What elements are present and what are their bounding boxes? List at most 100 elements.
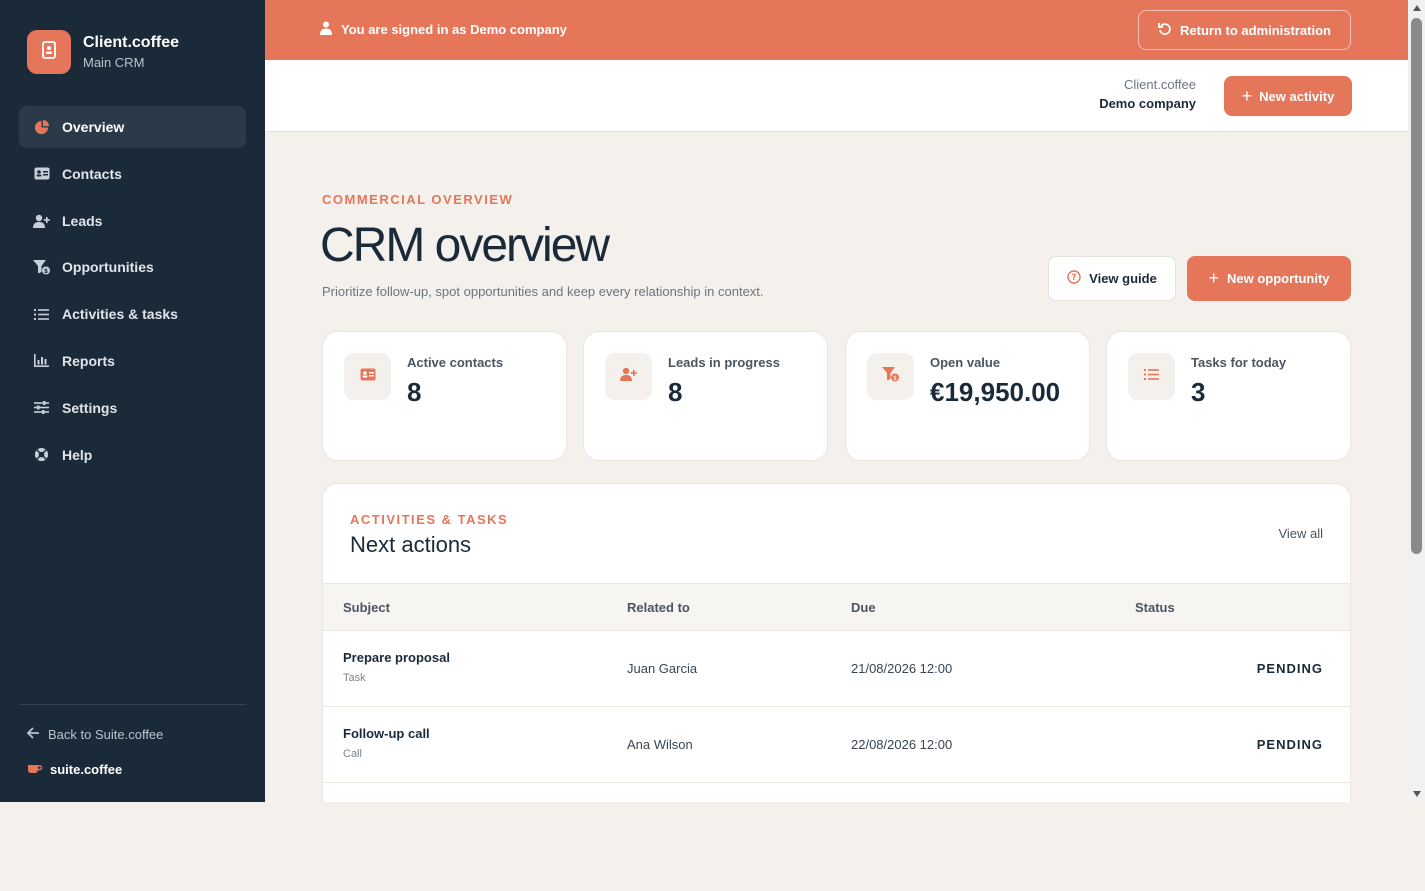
row-related: Ana Wilson (627, 737, 693, 752)
return-button-label: Return to administration (1180, 22, 1331, 38)
sidebar-item-help[interactable]: Help (19, 434, 246, 476)
status-badge: PENDING (1256, 737, 1323, 752)
contact-book-icon (41, 40, 57, 64)
row-type: Call (343, 748, 362, 760)
sidebar-item-label: Reports (62, 352, 115, 369)
bar-chart-icon (33, 352, 50, 369)
column-header-due[interactable]: Due (851, 600, 876, 615)
suite-name: suite.coffee (50, 762, 123, 777)
sidebar-item-contacts[interactable]: Contacts (19, 153, 246, 195)
user-plus-icon (33, 212, 50, 229)
sidebar-item-label: Activities & tasks (62, 306, 178, 323)
sidebar-item-overview[interactable]: Overview (19, 106, 246, 148)
new-activity-label: New activity (1259, 88, 1335, 104)
stat-card-leads-in-progress[interactable]: Leads in progress 8 (583, 331, 828, 461)
new-opportunity-label: New opportunity (1226, 271, 1330, 286)
sidebar-item-label: Leads (62, 212, 103, 229)
sidebar-item-settings[interactable]: Settings (19, 387, 246, 429)
row-type: Task (343, 672, 366, 684)
user-icon (320, 21, 332, 38)
sidebar-item-label: Help (62, 446, 93, 463)
vertical-scrollbar[interactable] (1408, 0, 1425, 802)
sliders-icon (33, 399, 50, 416)
funnel-dollar-icon: $ (33, 259, 50, 276)
row-subject: Follow-up call (343, 726, 430, 741)
banner-text: You are signed in as Demo company (341, 22, 567, 37)
brand[interactable]: Client.coffee Main CRM (27, 30, 179, 74)
arrow-left-icon (26, 727, 40, 742)
page-title: CRM overview (320, 219, 610, 272)
next-actions-card: ACTIVITIES & TASKS Next actions View all… (322, 483, 1351, 802)
sidebar-item-label: Contacts (62, 165, 122, 182)
svg-text:$: $ (893, 375, 897, 382)
stat-value: €19,950.00 (930, 377, 1061, 407)
question-circle-icon: ? (1067, 270, 1081, 287)
list-check-icon (1144, 368, 1159, 386)
status-badge: PENDING (1256, 661, 1323, 676)
view-guide-label: View guide (1089, 271, 1157, 286)
table-row[interactable]: Follow-up call Call Ana Wilson 22/08/202… (323, 707, 1350, 783)
app-window: Client.coffee Main CRM Overview Contacts (0, 0, 1425, 802)
list-check-icon (33, 306, 50, 323)
column-header-related[interactable]: Related to (627, 600, 690, 615)
row-related: Juan Garcia (627, 661, 698, 676)
company-info: Client.coffee Demo company (1099, 77, 1196, 111)
stat-card-open-value[interactable]: $ Open value €19,950.00 (845, 331, 1090, 461)
stat-value: 8 (668, 377, 683, 407)
stat-icon-box (1128, 353, 1175, 400)
new-opportunity-button[interactable]: + New opportunity (1187, 256, 1351, 301)
stat-icon-box: $ (867, 353, 914, 400)
scroll-up-arrow[interactable] (1408, 0, 1425, 16)
address-card-icon (360, 368, 376, 386)
stat-icon-box (605, 353, 652, 400)
coffee-cup-icon (27, 762, 43, 777)
company-app-name: Client.coffee (1123, 77, 1196, 92)
new-activity-button[interactable]: + New activity (1224, 76, 1352, 116)
table-header: Subject Related to Due Status (323, 583, 1350, 631)
back-to-suite-link[interactable]: Back to Suite.coffee (26, 727, 164, 742)
scroll-down-arrow[interactable] (1408, 786, 1425, 802)
column-header-status[interactable]: Status (1135, 600, 1175, 615)
back-link-label: Back to Suite.coffee (48, 727, 164, 742)
address-card-icon (33, 165, 50, 182)
svg-text:?: ? (1072, 273, 1077, 283)
svg-text:$: $ (44, 268, 48, 275)
table-row[interactable]: Prepare proposal Task Juan Garcia 21/08/… (323, 631, 1350, 707)
sidebar-item-leads[interactable]: Leads (19, 200, 246, 242)
view-guide-button[interactable]: ? View guide (1048, 256, 1176, 301)
top-header: Client.coffee Demo company + New activit… (265, 60, 1408, 132)
sidebar-item-opportunities[interactable]: $ Opportunities (19, 246, 246, 288)
stats-row: Active contacts 8 Leads in progress 8 $ (322, 331, 1351, 461)
sidebar-item-label: Opportunities (62, 259, 154, 276)
sidebar-divider (19, 704, 246, 705)
impersonation-banner: You are signed in as Demo company Return… (265, 0, 1408, 60)
column-header-subject[interactable]: Subject (343, 600, 390, 615)
pie-chart-icon (33, 119, 50, 136)
main-content: COMMERCIAL OVERVIEW CRM overview Priorit… (265, 132, 1408, 802)
page-eyebrow: COMMERCIAL OVERVIEW (322, 192, 514, 207)
row-due: 21/08/2026 12:00 (851, 661, 953, 676)
sidebar-nav: Overview Contacts Leads $ Opportunities (19, 106, 246, 480)
undo-icon (1158, 22, 1172, 39)
brand-subtitle: Main CRM (83, 55, 145, 70)
sidebar-item-reports[interactable]: Reports (19, 340, 246, 382)
plus-icon: + (1241, 85, 1253, 106)
stat-label: Open value (930, 355, 1001, 370)
stat-icon-box (344, 353, 391, 400)
row-due: 22/08/2026 12:00 (851, 737, 953, 752)
card-eyebrow: ACTIVITIES & TASKS (350, 512, 509, 527)
plus-icon: + (1208, 268, 1219, 288)
stat-label: Tasks for today (1191, 355, 1287, 370)
funnel-dollar-icon: $ (882, 366, 899, 387)
sidebar-item-activities[interactable]: Activities & tasks (19, 293, 246, 335)
stat-card-active-contacts[interactable]: Active contacts 8 (322, 331, 567, 461)
stat-value: 3 (1191, 377, 1206, 407)
page-background (0, 802, 1425, 891)
stat-card-tasks-today[interactable]: Tasks for today 3 (1106, 331, 1351, 461)
suite-brand: suite.coffee (27, 762, 122, 777)
brand-logo (27, 30, 71, 74)
stat-label: Leads in progress (668, 355, 780, 370)
return-to-administration-button[interactable]: Return to administration (1138, 10, 1351, 50)
view-all-link[interactable]: View all (1278, 526, 1323, 541)
scrollbar-thumb[interactable] (1411, 18, 1422, 554)
